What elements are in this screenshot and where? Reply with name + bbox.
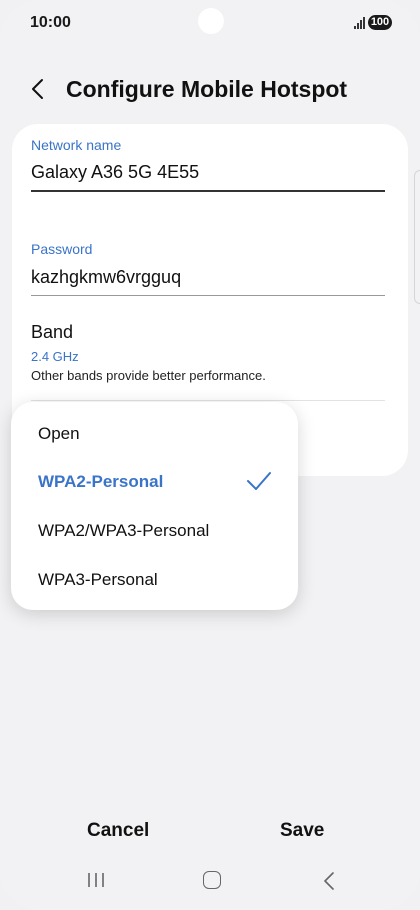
band-description: Other bands provide better performance. — [31, 368, 266, 383]
battery-icon: 100 — [368, 15, 392, 30]
chevron-left-icon — [32, 79, 43, 99]
recent-apps-icon[interactable] — [87, 872, 105, 888]
band-title: Band — [31, 322, 74, 342]
password-input[interactable]: kazhgkmw6vrgguq — [31, 267, 181, 288]
page-title: Configure Mobile Hotspot — [66, 76, 348, 102]
cancel-button[interactable]: Cancel — [87, 820, 149, 842]
home-icon[interactable] — [203, 871, 221, 889]
security-option-wpa3-personal[interactable]: WPA3-Personal — [38, 570, 158, 590]
scrollbar[interactable] — [414, 170, 420, 304]
back-nav-icon[interactable] — [322, 871, 336, 891]
back-button[interactable] — [24, 74, 54, 104]
checkmark-icon — [247, 472, 271, 490]
band-value: 2.4 GHz — [31, 349, 79, 364]
divider — [31, 400, 385, 401]
security-option-open[interactable]: Open — [38, 424, 80, 444]
password-underline — [31, 295, 385, 296]
network-name-input[interactable]: Galaxy A36 5G 4E55 — [31, 162, 199, 183]
security-option-wpa2-wpa3-personal[interactable]: WPA2/WPA3-Personal — [38, 521, 209, 541]
front-camera — [198, 8, 224, 34]
save-button[interactable]: Save — [280, 820, 324, 842]
network-name-label: Network name — [31, 137, 122, 153]
status-time: 10:00 — [30, 14, 71, 31]
navigation-bar — [0, 860, 420, 910]
page-header: Configure Mobile Hotspot — [0, 68, 420, 112]
network-name-underline — [31, 190, 385, 192]
password-label: Password — [31, 241, 93, 257]
phone-screen: 10:00 100 Configure Mobile Hotspot Netwo… — [0, 0, 420, 910]
status-bar: 10:00 100 — [0, 0, 420, 46]
security-dropdown-menu: Open WPA2-Personal WPA2/WPA3-Personal WP… — [11, 402, 298, 610]
security-option-wpa2-personal[interactable]: WPA2-Personal — [38, 472, 163, 492]
signal-icon — [354, 17, 368, 29]
